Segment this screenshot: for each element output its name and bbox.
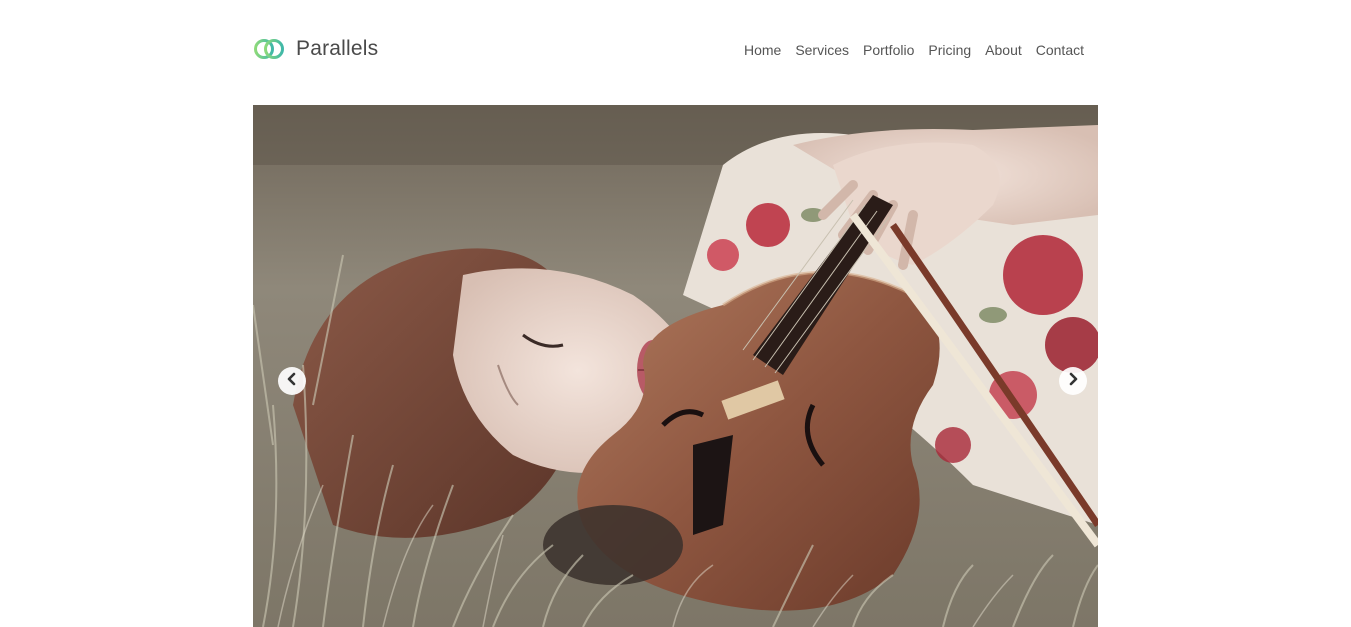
nav-about[interactable]: About (985, 42, 1022, 58)
interlocking-rings-icon (253, 36, 286, 62)
nav-portfolio[interactable]: Portfolio (863, 42, 914, 58)
page: Parallels Home Services Portfolio Pricin… (0, 0, 1351, 627)
brand-link[interactable]: Parallels (253, 36, 378, 62)
carousel-next-button[interactable] (1059, 367, 1087, 395)
carousel-prev-button[interactable] (278, 367, 306, 395)
slide-image (253, 105, 1098, 627)
nav-contact[interactable]: Contact (1036, 42, 1084, 58)
nav-home[interactable]: Home (744, 42, 781, 58)
chevron-left-icon (285, 372, 299, 391)
nav-pricing[interactable]: Pricing (928, 42, 971, 58)
site-header: Parallels Home Services Portfolio Pricin… (253, 28, 1098, 74)
main-nav: Home Services Portfolio Pricing About Co… (730, 42, 1084, 58)
image-carousel (253, 105, 1098, 627)
chevron-right-icon (1066, 372, 1080, 391)
brand-name: Parallels (296, 37, 379, 60)
nav-services[interactable]: Services (795, 42, 849, 58)
